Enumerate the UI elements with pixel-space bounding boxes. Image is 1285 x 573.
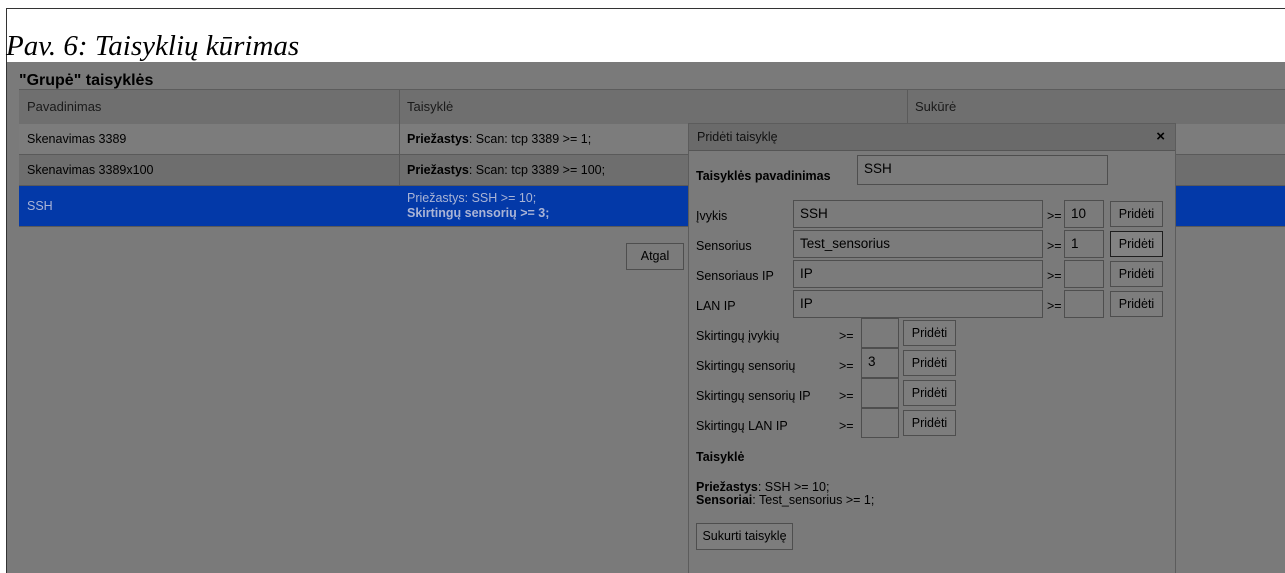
row-rule: Priežastys: Scan: tcp 3389 >= 100;: [407, 163, 605, 177]
close-icon[interactable]: ×: [1156, 128, 1165, 145]
ge-operator: >=: [839, 359, 854, 373]
distinct-sensors-count-input[interactable]: 3: [861, 348, 899, 378]
row-rule-line: Skirtingų sensorių >= 3;: [407, 206, 550, 220]
event-input[interactable]: SSH: [793, 200, 1043, 228]
dialog-title: Pridėti taisyklę: [697, 130, 778, 144]
rule-summary-line: Sensoriai: Test_sensorius >= 1;: [696, 493, 874, 507]
lan-ip-input[interactable]: IP: [793, 290, 1043, 318]
add-lan-ip-button[interactable]: Pridėti: [1110, 291, 1163, 317]
figure-caption: Pav. 6: Taisyklių kūrimas: [6, 30, 300, 62]
distinct-events-label: Skirtingų įvykių: [696, 329, 780, 343]
rule-value: : Scan: tcp 3389 >= 1;: [468, 132, 592, 146]
page-heading: "Grupė" taisyklės: [19, 72, 154, 89]
ge-operator: >=: [839, 419, 854, 433]
back-button[interactable]: Atgal: [626, 243, 684, 270]
sensor-count-input[interactable]: 1: [1064, 230, 1104, 258]
rule-name-input[interactable]: SSH: [857, 155, 1108, 185]
sensor-ip-input[interactable]: IP: [793, 260, 1043, 288]
rule-value: : Scan: tcp 3389 >= 100;: [468, 163, 606, 177]
row-name: Skenavimas 3389: [27, 132, 127, 146]
rule-key: Priežastys: [407, 163, 469, 177]
column-divider: [907, 90, 908, 124]
summary-value: : SSH >= 10;: [757, 480, 830, 494]
rule-key: Priežastys: [407, 132, 469, 146]
row-name: Skenavimas 3389x100: [27, 163, 154, 177]
row-name: SSH: [27, 199, 53, 213]
sensor-input[interactable]: Test_sensorius: [793, 230, 1043, 258]
row-rule-line: Priežastys: SSH >= 10;: [407, 191, 537, 205]
summary-key: Sensoriai: [696, 493, 753, 507]
column-divider: [399, 90, 400, 124]
add-distinct-sensor-ip-button[interactable]: Pridėti: [903, 380, 956, 406]
dialog-header: Pridėti taisyklę ×: [689, 124, 1175, 151]
condition-label-event: Įvykis: [696, 209, 728, 223]
condition-label-lan-ip: LAN IP: [696, 299, 736, 313]
add-distinct-lan-ip-button[interactable]: Pridėti: [903, 410, 956, 436]
distinct-lan-ip-label: Skirtingų LAN IP: [696, 419, 788, 433]
summary-key: Priežastys: [696, 480, 758, 494]
rule-summary-line: Priežastys: SSH >= 10;: [696, 480, 829, 494]
ge-operator: >=: [1047, 209, 1062, 223]
add-sensor-ip-button[interactable]: Pridėti: [1110, 261, 1163, 287]
add-event-button[interactable]: Pridėti: [1110, 201, 1163, 227]
app-screenshot: "Grupė" taisyklės Pavadinimas Taisyklė S…: [7, 62, 1285, 573]
distinct-sensor-ip-count-input[interactable]: [861, 378, 899, 408]
create-rule-button[interactable]: Sukurti taisyklę: [696, 523, 793, 550]
condition-label-sensor-ip: Sensoriaus IP: [696, 269, 774, 283]
add-sensor-button[interactable]: Pridėti: [1110, 231, 1163, 257]
distinct-events-count-input[interactable]: [861, 318, 899, 348]
ge-operator: >=: [1047, 299, 1062, 313]
rule-name-label: Taisyklės pavadinimas: [696, 169, 831, 183]
lan-ip-count-input[interactable]: [1064, 290, 1104, 318]
ge-operator: >=: [839, 329, 854, 343]
summary-value: : Test_sensorius >= 1;: [752, 493, 875, 507]
column-header-rule: Taisyklė: [407, 99, 454, 114]
column-divider: [399, 124, 400, 154]
ge-operator: >=: [839, 389, 854, 403]
event-count-input[interactable]: 10: [1064, 200, 1104, 228]
condition-label-sensor: Sensorius: [696, 239, 752, 253]
sensor-ip-count-input[interactable]: [1064, 260, 1104, 288]
rule-summary-heading: Taisyklė: [696, 450, 745, 464]
column-header-creator: Sukūrė: [915, 99, 957, 114]
column-header-name: Pavadinimas: [27, 99, 102, 114]
column-divider: [399, 155, 400, 185]
row-rule: Priežastys: Scan: tcp 3389 >= 1;: [407, 132, 591, 146]
add-distinct-events-button[interactable]: Pridėti: [903, 320, 956, 346]
ge-operator: >=: [1047, 239, 1062, 253]
add-distinct-sensors-button[interactable]: Pridėti: [903, 350, 956, 376]
distinct-sensor-ip-label: Skirtingų sensorių IP: [696, 389, 811, 403]
distinct-lan-ip-count-input[interactable]: [861, 408, 899, 438]
table-header: Pavadinimas Taisyklė Sukūrė: [19, 89, 1285, 125]
ge-operator: >=: [1047, 269, 1062, 283]
distinct-sensors-label: Skirtingų sensorių: [696, 359, 796, 373]
add-rule-dialog: Pridėti taisyklę × Taisyklės pavadinimas…: [688, 123, 1176, 573]
